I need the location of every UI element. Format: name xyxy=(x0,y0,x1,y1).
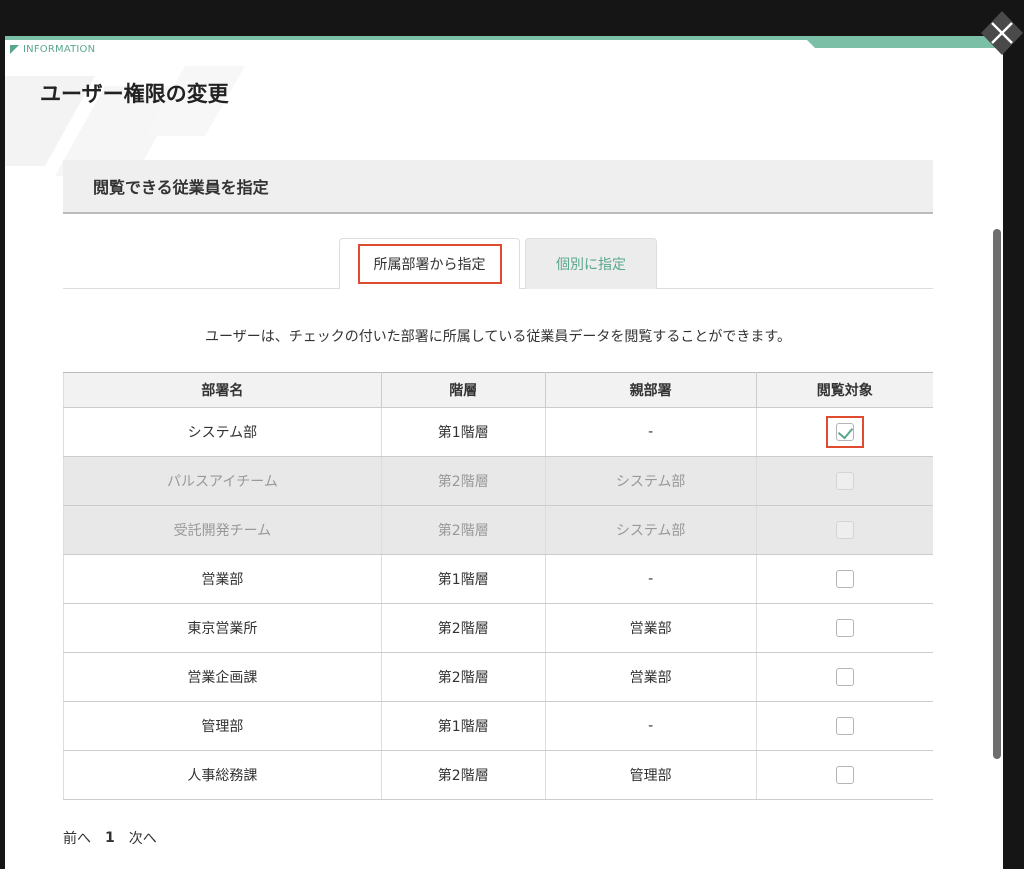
cell-view-target xyxy=(755,701,933,751)
tab-bar: 所属部署から指定 個別に指定 xyxy=(63,238,933,289)
cell-parent: システム部 xyxy=(544,505,757,555)
cell-level: 第2階層 xyxy=(380,750,546,800)
cell-parent: - xyxy=(544,407,757,457)
checkbox-highlight xyxy=(825,416,864,448)
pagination-prev[interactable]: 前へ xyxy=(63,828,91,848)
modal-title: ユーザー権限の変更 xyxy=(40,82,229,106)
table-row: パルスアイチーム 第2階層 システム部 xyxy=(63,456,933,506)
user-permission-modal: INFORMATION ユーザー権限の変更 閲覧できる従業員を指定 所属部署から… xyxy=(5,36,1003,869)
view-target-checkbox[interactable] xyxy=(835,717,854,735)
tab-by-department[interactable]: 所属部署から指定 xyxy=(339,238,520,289)
cell-level: 第2階層 xyxy=(380,505,546,555)
cell-level: 第2階層 xyxy=(380,652,546,702)
cell-view-target xyxy=(755,554,933,604)
close-icon[interactable] xyxy=(980,8,1024,58)
cell-department-name: 管理部 xyxy=(63,701,382,751)
cell-parent: 管理部 xyxy=(544,750,757,800)
cell-view-target xyxy=(755,505,933,555)
view-target-checkbox[interactable] xyxy=(835,619,854,637)
cell-parent: - xyxy=(544,554,757,604)
table-header-row: 部署名 階層 親部署 閲覧対象 xyxy=(63,372,933,408)
table-row: 営業部 第1階層 - xyxy=(63,554,933,604)
header-parent-department: 親部署 xyxy=(544,372,757,408)
pagination-next[interactable]: 次へ xyxy=(129,828,157,848)
cell-department-name: 東京営業所 xyxy=(63,603,382,653)
cell-department-name: 営業部 xyxy=(63,554,382,604)
view-target-checkbox[interactable] xyxy=(835,423,854,441)
modal-top-band xyxy=(5,36,1003,48)
cell-department-name: 人事総務課 xyxy=(63,750,382,800)
view-target-checkbox-disabled xyxy=(835,521,854,539)
cell-view-target xyxy=(755,652,933,702)
cell-level: 第1階層 xyxy=(380,554,546,604)
cell-view-target xyxy=(755,603,933,653)
cell-view-target xyxy=(755,750,933,800)
cell-parent: - xyxy=(544,701,757,751)
header-view-target: 閲覧対象 xyxy=(755,372,933,408)
view-target-checkbox[interactable] xyxy=(835,570,854,588)
cell-level: 第2階層 xyxy=(380,603,546,653)
cell-department-name: 受託開発チーム xyxy=(63,505,382,555)
header-department-name: 部署名 xyxy=(63,372,382,408)
section-title: 閲覧できる従業員を指定 xyxy=(93,178,269,197)
pagination-current-page: 1 xyxy=(105,830,115,846)
tab-by-department-label: 所属部署から指定 xyxy=(357,244,502,284)
modal-scrollbar[interactable] xyxy=(993,229,1001,759)
corner-triangle-icon xyxy=(10,45,19,54)
cell-level: 第1階層 xyxy=(380,701,546,751)
cell-parent: 営業部 xyxy=(544,652,757,702)
cell-department-name: システム部 xyxy=(63,407,382,457)
table-row: 東京営業所 第2階層 営業部 xyxy=(63,603,933,653)
tab-individual-label: 個別に指定 xyxy=(556,257,626,273)
cell-level: 第2階層 xyxy=(380,456,546,506)
section-header: 閲覧できる従業員を指定 xyxy=(63,160,933,214)
header-level: 階層 xyxy=(380,372,546,408)
cell-parent: システム部 xyxy=(544,456,757,506)
table-row: 受託開発チーム 第2階層 システム部 xyxy=(63,505,933,555)
table-row: システム部 第1階層 - xyxy=(63,407,933,457)
tab-individual[interactable]: 個別に指定 xyxy=(525,238,657,289)
description-text: ユーザーは、チェックの付いた部署に所属している従業員データを閲覧することができま… xyxy=(205,329,791,345)
information-tag: INFORMATION xyxy=(10,44,95,55)
cell-level: 第1階層 xyxy=(380,407,546,457)
table-row: 管理部 第1階層 - xyxy=(63,701,933,751)
cell-view-target xyxy=(755,456,933,506)
view-target-checkbox-disabled xyxy=(835,472,854,490)
table-row: 営業企画課 第2階層 営業部 xyxy=(63,652,933,702)
cell-department-name: パルスアイチーム xyxy=(63,456,382,506)
information-label: INFORMATION xyxy=(23,44,96,55)
department-table: 部署名 階層 親部署 閲覧対象 システム部 第1階層 - パルスアイチーム 第2… xyxy=(63,372,933,800)
cell-parent: 営業部 xyxy=(544,603,757,653)
view-target-checkbox[interactable] xyxy=(835,766,854,784)
table-row: 人事総務課 第2階層 管理部 xyxy=(63,750,933,800)
view-target-checkbox[interactable] xyxy=(835,668,854,686)
cell-department-name: 営業企画課 xyxy=(63,652,382,702)
pagination: 前へ 1 次へ xyxy=(63,828,157,848)
cell-view-target xyxy=(755,407,933,457)
